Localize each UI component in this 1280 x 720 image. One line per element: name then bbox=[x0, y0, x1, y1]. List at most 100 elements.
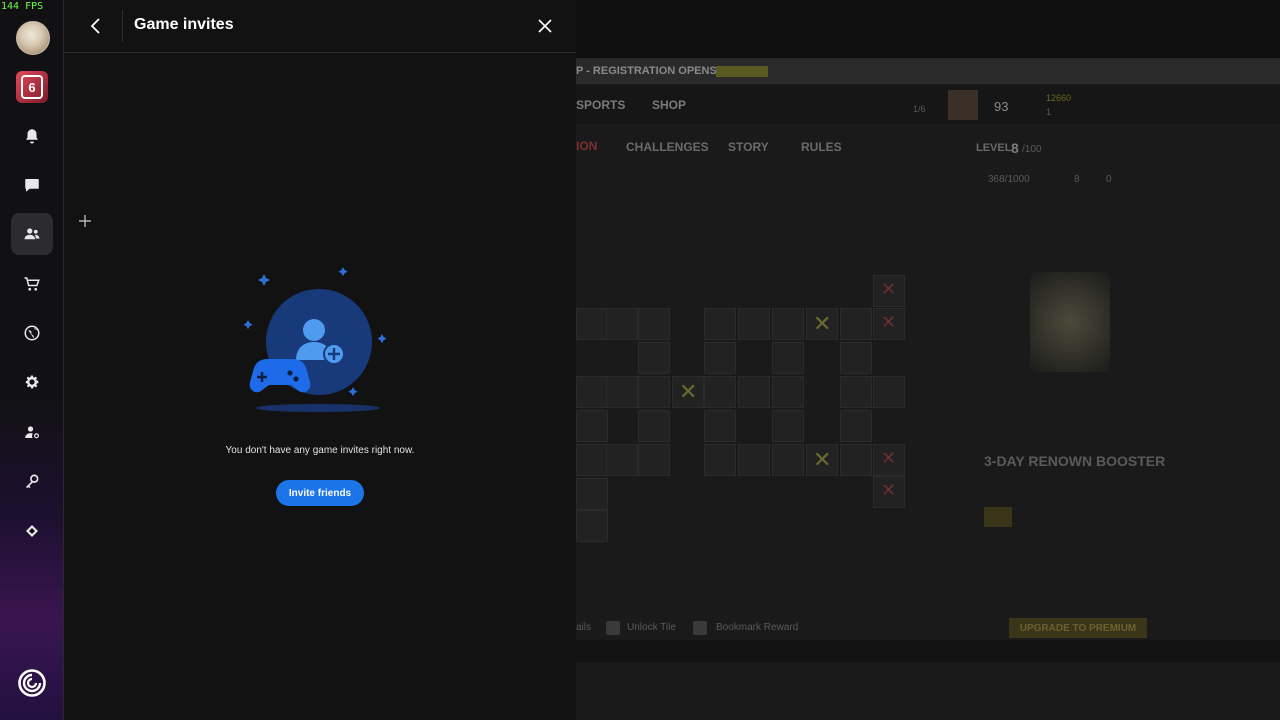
sidebar-item-account[interactable] bbox=[11, 411, 53, 453]
header-divider bbox=[122, 10, 123, 42]
game-currency-secondary: 1 bbox=[1046, 107, 1052, 117]
sidebar-item-chat[interactable] bbox=[11, 164, 53, 206]
game-icon-label: 6 bbox=[21, 75, 43, 99]
upgrade-premium-button: UPGRADE TO PREMIUM bbox=[1009, 618, 1147, 638]
sidebar-item-news[interactable] bbox=[11, 312, 53, 354]
grid-tile bbox=[772, 308, 804, 340]
game-level-value: 8 bbox=[1011, 140, 1019, 156]
grid-tile bbox=[704, 342, 736, 374]
game-tab-rules: RULES bbox=[801, 140, 842, 154]
game-tickets: 0 bbox=[1106, 174, 1112, 185]
game-level-label: LEVEL bbox=[976, 142, 1012, 154]
grid-tile bbox=[576, 444, 608, 476]
game-footer-left: ails bbox=[576, 622, 592, 633]
background-game-screen: P - REGISTRATION OPENS IN SPORTS SHOP 1 /… bbox=[576, 0, 1280, 720]
game-level-max: /100 bbox=[1022, 144, 1042, 155]
grid-tile bbox=[704, 376, 736, 408]
key-icon bbox=[26, 474, 39, 489]
sidebar-item-settings[interactable] bbox=[11, 361, 53, 403]
game-tab-challenges: CHALLENGES bbox=[626, 140, 709, 154]
grid-tile-crossed bbox=[806, 444, 838, 476]
grid-tile bbox=[638, 444, 670, 476]
user-avatar[interactable] bbox=[16, 21, 50, 55]
sidebar: 6 bbox=[0, 0, 64, 720]
plus-icon bbox=[79, 215, 91, 227]
bell-icon bbox=[26, 129, 38, 144]
game-currency: 12660 bbox=[1046, 93, 1072, 103]
close-button[interactable] bbox=[534, 14, 556, 38]
gear-icon bbox=[25, 375, 39, 389]
grid-tile bbox=[576, 410, 608, 442]
key-hint-icon bbox=[606, 621, 620, 635]
grid-tile bbox=[576, 308, 608, 340]
game-tab-story: STORY bbox=[728, 140, 769, 154]
game-level-badge: 93 bbox=[994, 99, 1009, 114]
chat-icon bbox=[25, 179, 39, 192]
game-tab-1: ION bbox=[576, 139, 598, 153]
grid-tile bbox=[738, 308, 770, 340]
grid-tile-crossed bbox=[672, 376, 704, 408]
reward-preview-image bbox=[1030, 272, 1110, 372]
globe-icon bbox=[24, 325, 40, 341]
grid-tile-locked bbox=[873, 444, 905, 476]
grid-tile bbox=[576, 510, 608, 542]
game-banner-text: P - REGISTRATION OPENS IN bbox=[576, 65, 731, 77]
friends-icon bbox=[24, 228, 40, 240]
grid-tile bbox=[840, 308, 872, 340]
grid-tile bbox=[704, 410, 736, 442]
page-title: Game invites bbox=[134, 16, 234, 33]
game-nav-shop: SHOP bbox=[652, 98, 687, 112]
grid-tile bbox=[638, 376, 670, 408]
game-footer-unlock: Unlock Tile bbox=[627, 622, 676, 633]
reward-title: 3-DAY RENOWN BOOSTER bbox=[984, 453, 1166, 469]
grid-tile bbox=[638, 410, 670, 442]
game-topbar bbox=[576, 0, 1280, 58]
grid-tile bbox=[606, 444, 638, 476]
ubisoft-logo-icon[interactable] bbox=[17, 668, 47, 698]
panel-header: Game invites bbox=[64, 0, 576, 53]
grid-tile-crossed bbox=[806, 308, 838, 340]
close-icon bbox=[538, 19, 552, 33]
grid-tile bbox=[840, 444, 872, 476]
add-button[interactable] bbox=[76, 212, 94, 230]
sidebar-item-friends[interactable] bbox=[11, 213, 53, 255]
grid-tile-locked bbox=[873, 308, 905, 340]
game-stars: 8 bbox=[1074, 174, 1080, 185]
grid-tile bbox=[576, 478, 608, 510]
grid-tile bbox=[638, 308, 670, 340]
empty-invites-illustration bbox=[244, 267, 387, 412]
game-icon[interactable]: 6 bbox=[16, 71, 48, 103]
game-invites-panel: Game invites You don't have any game inv… bbox=[64, 0, 576, 720]
grid-tile bbox=[772, 444, 804, 476]
chevron-left-icon bbox=[90, 18, 100, 34]
account-icon bbox=[25, 426, 39, 439]
grid-tile bbox=[772, 410, 804, 442]
grid-tile bbox=[704, 444, 736, 476]
grid-tile bbox=[738, 376, 770, 408]
cart-icon bbox=[24, 277, 40, 291]
back-button[interactable] bbox=[84, 13, 108, 39]
sidebar-item-store[interactable] bbox=[11, 263, 53, 305]
rewards-icon bbox=[26, 525, 38, 537]
grid-tile bbox=[704, 308, 736, 340]
grid-tile bbox=[738, 444, 770, 476]
grid-tile bbox=[606, 376, 638, 408]
grid-tile bbox=[873, 376, 905, 408]
reward-crown-badge bbox=[984, 507, 1012, 527]
sidebar-item-rewards[interactable] bbox=[11, 510, 53, 552]
grid-tile bbox=[840, 410, 872, 442]
grid-tile bbox=[772, 342, 804, 374]
game-nav-sports: SPORTS bbox=[576, 98, 626, 112]
empty-message: You don't have any game invites right no… bbox=[225, 445, 415, 456]
grid-tile bbox=[606, 308, 638, 340]
grid-tile bbox=[576, 376, 608, 408]
sidebar-item-notifications[interactable] bbox=[11, 115, 53, 157]
game-banner-badge bbox=[716, 66, 768, 77]
game-footer-bookmark: Bookmark Reward bbox=[716, 622, 799, 633]
grid-tile bbox=[840, 342, 872, 374]
sidebar-item-keys[interactable] bbox=[11, 460, 53, 502]
grid-tile bbox=[638, 342, 670, 374]
fps-counter: 144 FPS bbox=[1, 1, 44, 12]
key-hint-icon bbox=[693, 621, 707, 635]
invite-friends-button[interactable]: Invite friends bbox=[276, 480, 364, 506]
